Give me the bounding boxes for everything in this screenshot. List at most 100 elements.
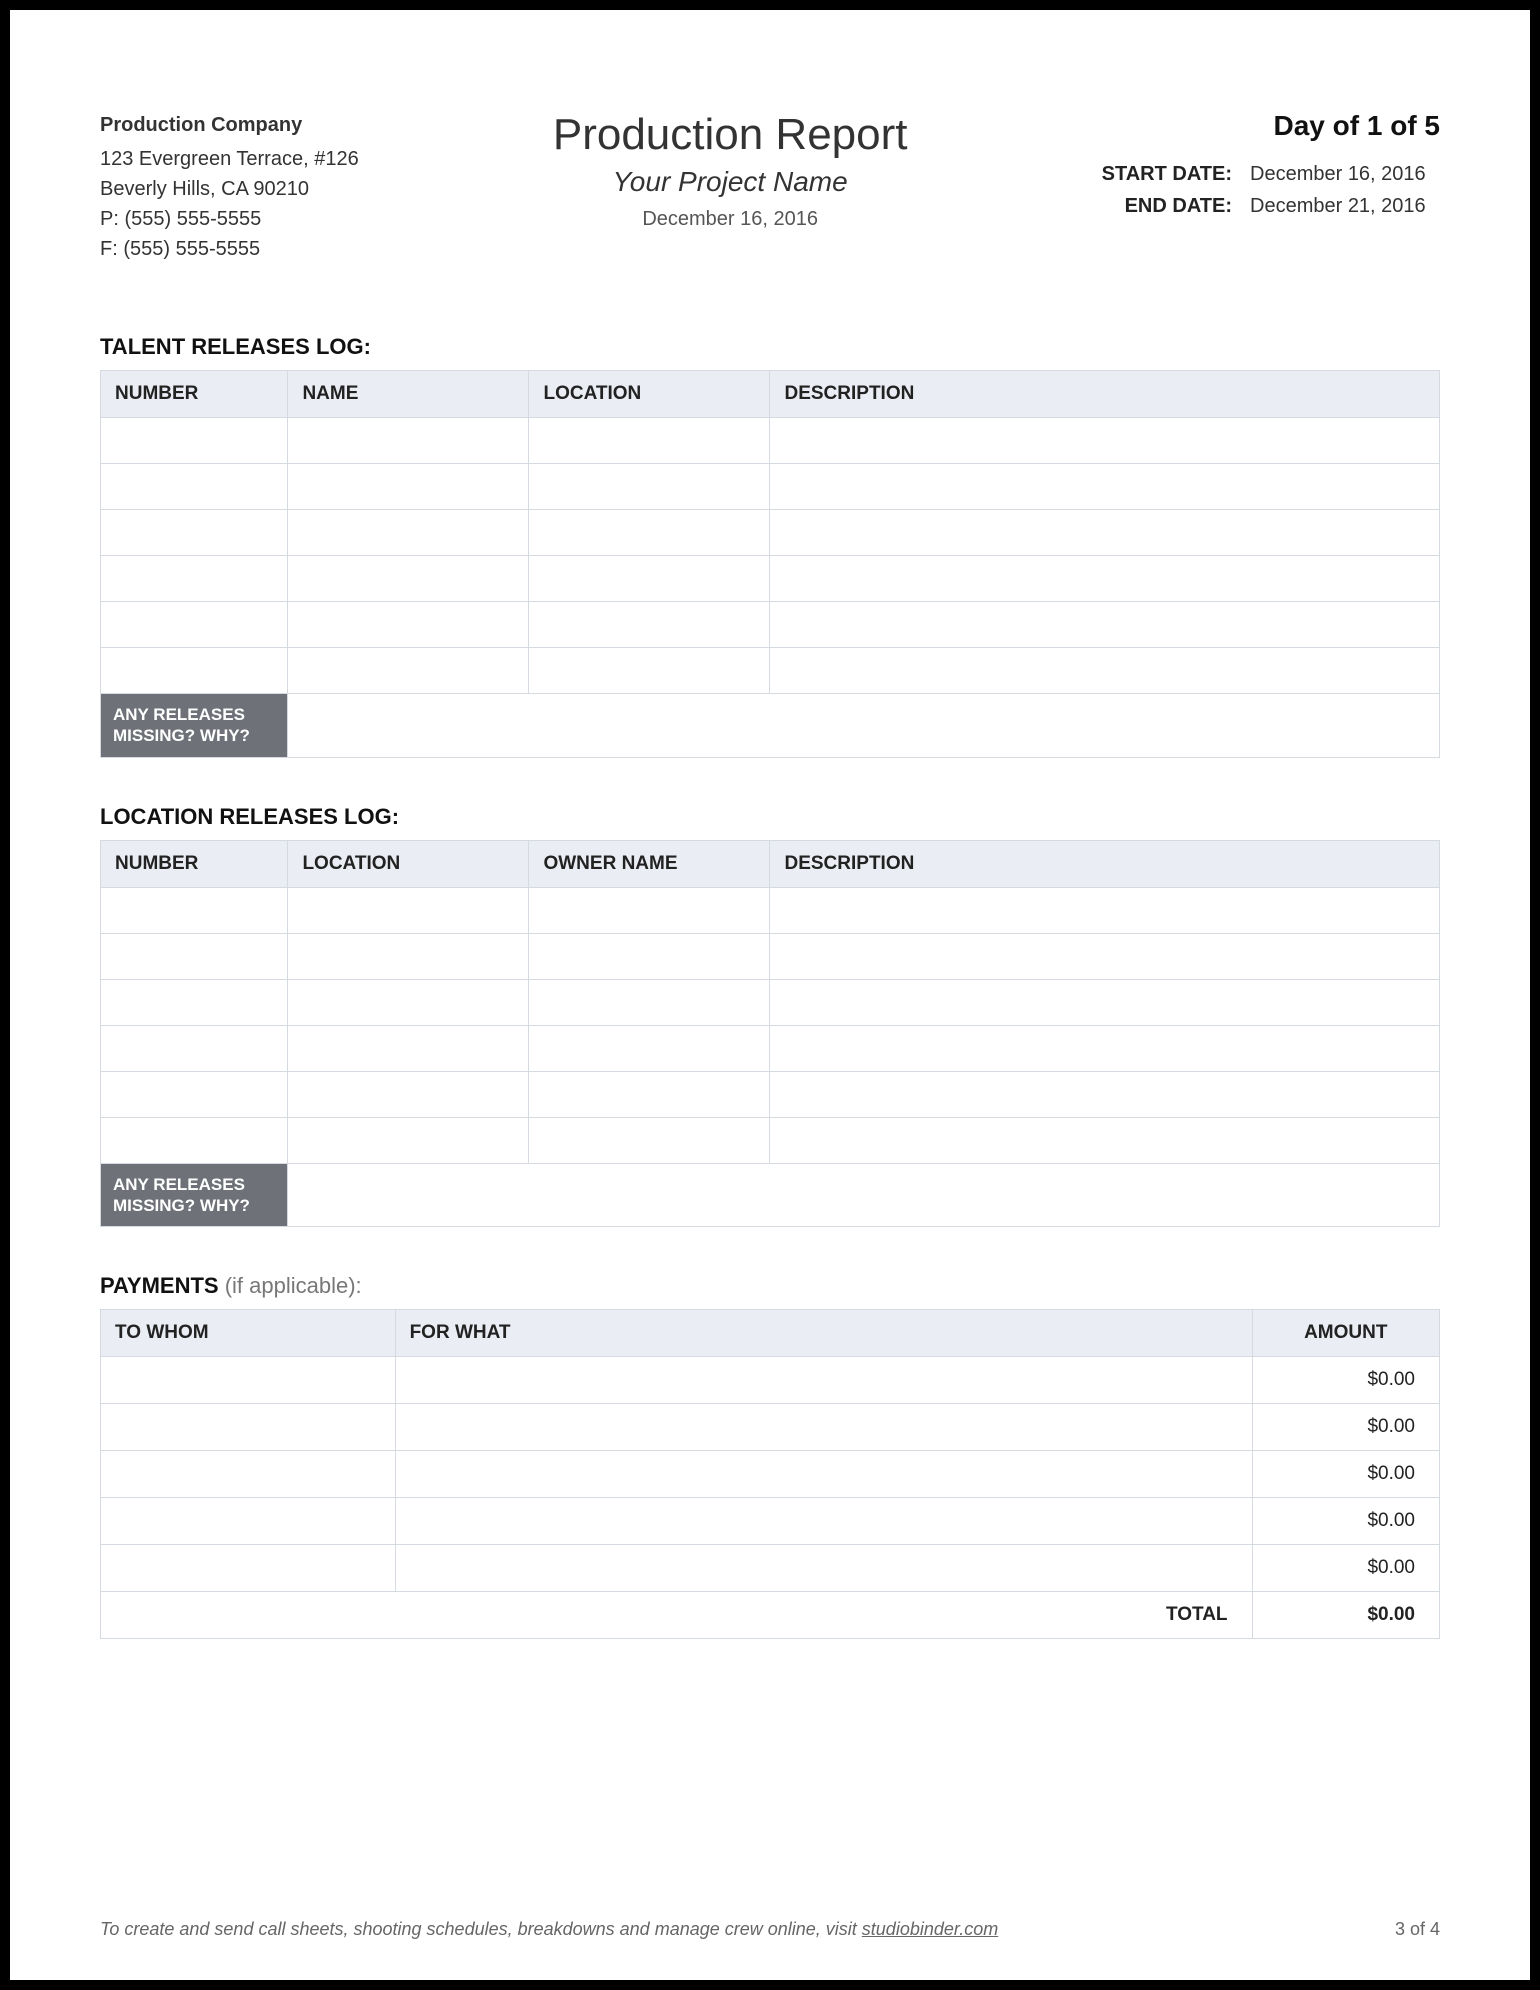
start-date-row: START DATE: December 16, 2016 bbox=[1102, 158, 1440, 190]
table-cell[interactable] bbox=[288, 979, 529, 1025]
col-description: DESCRIPTION bbox=[770, 840, 1440, 887]
amount-cell[interactable]: $0.00 bbox=[1252, 1404, 1439, 1451]
page-number: 3 of 4 bbox=[1395, 1919, 1440, 1940]
table-cell[interactable] bbox=[288, 1071, 529, 1117]
company-block: Production Company 123 Evergreen Terrace… bbox=[100, 110, 359, 264]
col-number: NUMBER bbox=[101, 840, 288, 887]
table-cell[interactable] bbox=[529, 648, 770, 694]
table-cell[interactable] bbox=[101, 979, 288, 1025]
for-what-cell[interactable] bbox=[395, 1451, 1252, 1498]
table-cell[interactable] bbox=[529, 1071, 770, 1117]
table-cell[interactable] bbox=[288, 510, 529, 556]
table-cell[interactable] bbox=[770, 602, 1440, 648]
table-cell[interactable] bbox=[529, 602, 770, 648]
col-for-what: FOR WHAT bbox=[395, 1310, 1252, 1357]
table-cell[interactable] bbox=[288, 648, 529, 694]
for-what-cell[interactable] bbox=[395, 1404, 1252, 1451]
table-cell[interactable] bbox=[529, 418, 770, 464]
table-cell[interactable] bbox=[770, 1117, 1440, 1163]
payments-heading: PAYMENTS (if applicable): bbox=[100, 1273, 1440, 1299]
for-what-cell[interactable] bbox=[395, 1545, 1252, 1592]
footer-text: To create and send call sheets, shooting… bbox=[100, 1919, 998, 1940]
table-row: $0.00 bbox=[101, 1545, 1440, 1592]
table-cell[interactable] bbox=[288, 464, 529, 510]
table-cell[interactable] bbox=[101, 1117, 288, 1163]
table-cell[interactable] bbox=[529, 887, 770, 933]
to-whom-cell[interactable] bbox=[101, 1451, 396, 1498]
table-header-row: NUMBER LOCATION OWNER NAME DESCRIPTION bbox=[101, 840, 1440, 887]
table-row bbox=[101, 1071, 1440, 1117]
table-cell[interactable] bbox=[529, 979, 770, 1025]
table-cell[interactable] bbox=[101, 556, 288, 602]
to-whom-cell[interactable] bbox=[101, 1357, 396, 1404]
total-value: $0.00 bbox=[1252, 1592, 1439, 1639]
footer-link[interactable]: studiobinder.com bbox=[862, 1919, 998, 1939]
table-cell[interactable] bbox=[288, 933, 529, 979]
table-cell[interactable] bbox=[101, 933, 288, 979]
table-cell[interactable] bbox=[288, 556, 529, 602]
amount-cell[interactable]: $0.00 bbox=[1252, 1451, 1439, 1498]
table-cell[interactable] bbox=[770, 1071, 1440, 1117]
table-cell[interactable] bbox=[529, 1117, 770, 1163]
amount-cell[interactable]: $0.00 bbox=[1252, 1357, 1439, 1404]
table-cell[interactable] bbox=[101, 510, 288, 556]
day-of: Day of 1 of 5 bbox=[1102, 110, 1440, 142]
table-cell[interactable] bbox=[101, 648, 288, 694]
table-cell[interactable] bbox=[770, 510, 1440, 556]
table-cell[interactable] bbox=[770, 887, 1440, 933]
table-cell[interactable] bbox=[770, 648, 1440, 694]
header: Production Company 123 Evergreen Terrace… bbox=[100, 110, 1440, 264]
table-cell[interactable] bbox=[770, 464, 1440, 510]
table-cell[interactable] bbox=[529, 556, 770, 602]
table-cell[interactable] bbox=[770, 1025, 1440, 1071]
table-cell[interactable] bbox=[288, 1117, 529, 1163]
col-number: NUMBER bbox=[101, 371, 288, 418]
to-whom-cell[interactable] bbox=[101, 1404, 396, 1451]
table-cell[interactable] bbox=[288, 602, 529, 648]
table-cell[interactable] bbox=[770, 933, 1440, 979]
table-row bbox=[101, 648, 1440, 694]
table-cell[interactable] bbox=[529, 933, 770, 979]
talent-releases-body bbox=[101, 418, 1440, 694]
table-cell[interactable] bbox=[101, 418, 288, 464]
amount-cell[interactable]: $0.00 bbox=[1252, 1545, 1439, 1592]
table-cell[interactable] bbox=[770, 556, 1440, 602]
company-name: Production Company bbox=[100, 110, 359, 140]
end-date-row: END DATE: December 21, 2016 bbox=[1102, 190, 1440, 222]
page-title: Production Report bbox=[359, 110, 1102, 160]
to-whom-cell[interactable] bbox=[101, 1545, 396, 1592]
end-date-value: December 21, 2016 bbox=[1250, 190, 1440, 222]
table-cell[interactable] bbox=[529, 1025, 770, 1071]
table-cell[interactable] bbox=[529, 464, 770, 510]
talent-releases-heading: TALENT RELEASES LOG: bbox=[100, 334, 1440, 360]
col-to-whom: TO WHOM bbox=[101, 1310, 396, 1357]
payments-total-row: TOTAL $0.00 bbox=[101, 1592, 1440, 1639]
table-row: $0.00 bbox=[101, 1451, 1440, 1498]
table-cell[interactable] bbox=[288, 887, 529, 933]
meta-block: Day of 1 of 5 START DATE: December 16, 2… bbox=[1102, 110, 1440, 222]
location-missing-input[interactable] bbox=[288, 1163, 1440, 1227]
table-cell[interactable] bbox=[770, 418, 1440, 464]
table-cell[interactable] bbox=[288, 1025, 529, 1071]
payments-heading-muted: (if applicable): bbox=[219, 1273, 362, 1298]
table-cell[interactable] bbox=[101, 464, 288, 510]
talent-missing-input[interactable] bbox=[288, 694, 1440, 758]
table-cell[interactable] bbox=[101, 1071, 288, 1117]
talent-releases-footer-row: ANY RELEASES MISSING? WHY? bbox=[101, 694, 1440, 758]
table-cell[interactable] bbox=[288, 418, 529, 464]
table-cell[interactable] bbox=[529, 510, 770, 556]
payments-table: TO WHOM FOR WHAT AMOUNT $0.00$0.00$0.00$… bbox=[100, 1309, 1440, 1639]
amount-cell[interactable]: $0.00 bbox=[1252, 1498, 1439, 1545]
for-what-cell[interactable] bbox=[395, 1357, 1252, 1404]
table-cell[interactable] bbox=[101, 1025, 288, 1071]
table-cell[interactable] bbox=[101, 602, 288, 648]
payments-heading-bold: PAYMENTS bbox=[100, 1273, 219, 1298]
company-address-1: 123 Evergreen Terrace, #126 bbox=[100, 144, 359, 174]
table-cell[interactable] bbox=[101, 887, 288, 933]
for-what-cell[interactable] bbox=[395, 1498, 1252, 1545]
page: Production Company 123 Evergreen Terrace… bbox=[0, 0, 1540, 1990]
table-row bbox=[101, 1117, 1440, 1163]
table-row: $0.00 bbox=[101, 1498, 1440, 1545]
table-cell[interactable] bbox=[770, 979, 1440, 1025]
to-whom-cell[interactable] bbox=[101, 1498, 396, 1545]
